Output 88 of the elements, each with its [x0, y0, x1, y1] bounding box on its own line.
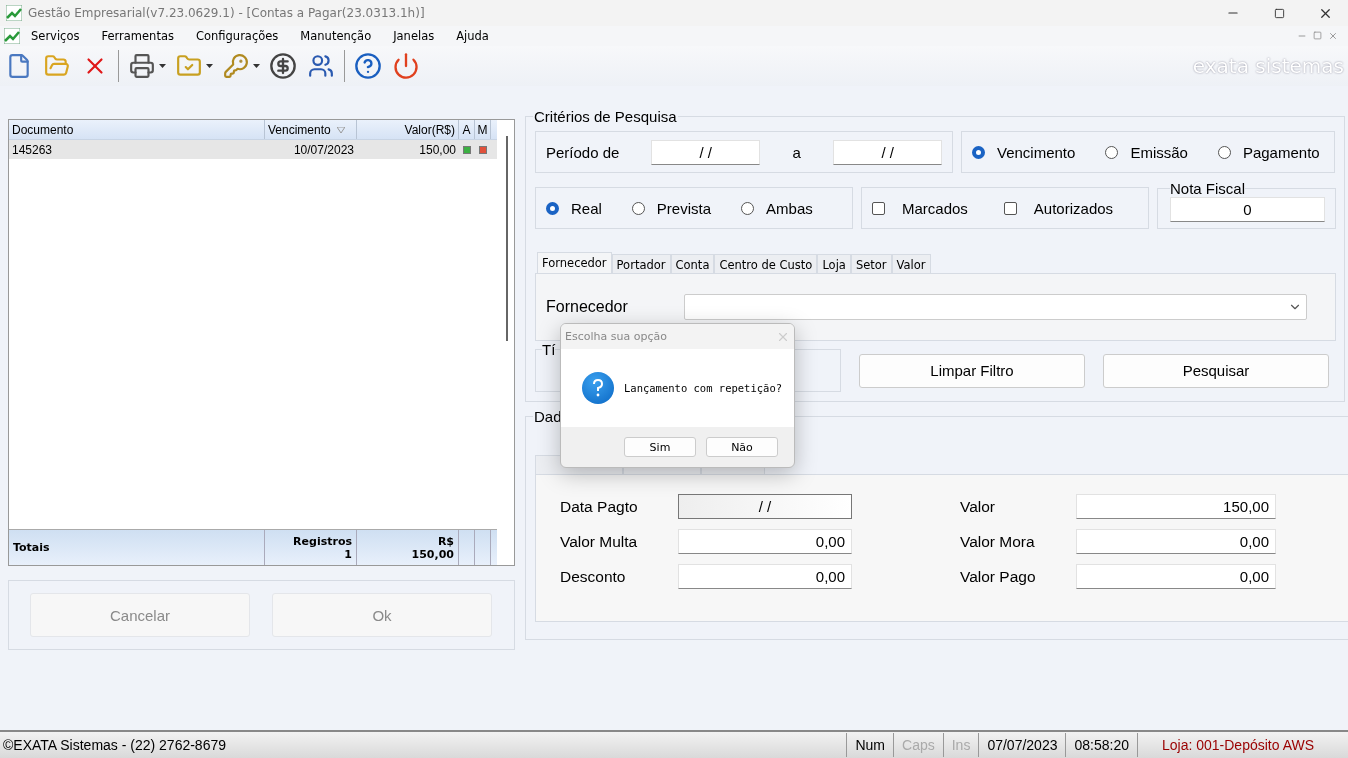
radio-label: Prevista	[656, 199, 712, 217]
date-field[interactable]: / /	[833, 139, 942, 165]
date-field[interactable]: / /	[651, 139, 760, 165]
radio-button[interactable]	[972, 145, 985, 159]
dialog-message: Lançamento com repetição?	[624, 382, 783, 394]
field-label: Valor	[960, 497, 997, 516]
radio-button[interactable]	[631, 201, 645, 215]
key-indicator: Num	[846, 733, 894, 757]
value-field[interactable]: / /	[678, 494, 852, 519]
menu-item[interactable]: Janelas	[393, 29, 435, 43]
tab[interactable]: Fornecedor	[537, 252, 612, 273]
menu-item[interactable]: Serviços	[31, 29, 80, 43]
tab[interactable]: Conta	[670, 254, 715, 273]
field-label: Desconto	[560, 567, 627, 586]
menu-item[interactable]: Manutenção	[300, 29, 372, 43]
radio-button[interactable]	[1105, 145, 1119, 159]
value-field[interactable]: 0,00	[1076, 564, 1276, 589]
dialog-button[interactable]: Não	[706, 437, 778, 457]
checkbox[interactable]	[1003, 201, 1017, 215]
dollar-icon[interactable]	[268, 50, 298, 82]
checkbox-label: Autorizados	[1033, 199, 1114, 217]
count-label: Registros	[293, 534, 352, 548]
tab[interactable]: Valor	[891, 254, 931, 273]
field-label: Valor Pago	[960, 567, 1037, 586]
field-label: Valor Mora	[960, 532, 1036, 551]
column-header[interactable]: A	[459, 120, 475, 139]
value-field[interactable]: 0,00	[1076, 529, 1276, 554]
dialog-button[interactable]: Sim	[624, 437, 696, 457]
dialog-title: Escolha sua opção	[565, 330, 667, 343]
group-title: Tí	[542, 341, 556, 358]
question-icon	[582, 372, 614, 404]
status-date: 07/07/2023	[978, 733, 1066, 757]
field-label: Fornecedor	[546, 298, 628, 316]
table-cell-text: 145263	[11, 141, 54, 159]
radio-button[interactable]	[546, 201, 559, 215]
group-title: Critérios de Pesquisa	[533, 108, 678, 125]
radio-label: Real	[571, 199, 602, 217]
scrollbar[interactable]	[506, 136, 508, 341]
field-label: Data Pagto	[560, 497, 639, 516]
caret-icon[interactable]	[159, 64, 166, 68]
group-title: Nota Fiscal	[1170, 180, 1246, 197]
radio-label: Emissão	[1130, 143, 1188, 161]
search-button[interactable]: Limpar Filtro	[859, 353, 1085, 388]
key-indicator: Ins	[942, 733, 979, 757]
value-field[interactable]: 150,00	[1076, 494, 1276, 519]
column-header[interactable]: Vencimento	[265, 120, 357, 139]
help-icon[interactable]	[353, 50, 383, 82]
tab[interactable]: Centro de Custo	[714, 254, 818, 273]
column-header[interactable]: Valor(R$)	[357, 120, 459, 139]
maximize-icon[interactable]	[1273, 7, 1285, 19]
totals-label: Totais	[13, 541, 50, 554]
field-label: Valor Multa	[560, 532, 639, 551]
tab[interactable]: Setor	[850, 254, 892, 273]
caret-icon[interactable]	[253, 64, 260, 68]
radio-label: Ambas	[766, 199, 813, 217]
status-time: 08:58:20	[1065, 733, 1137, 757]
checkbox[interactable]	[872, 201, 885, 215]
caret-icon[interactable]	[206, 64, 213, 68]
radio-label: Pagamento	[1242, 143, 1320, 161]
search-button[interactable]: Pesquisar	[1103, 353, 1329, 388]
power-icon[interactable]	[391, 50, 421, 82]
app-chart-icon	[6, 5, 22, 21]
table-cell-text: 10/07/2023	[292, 141, 355, 159]
nota-fiscal-field[interactable]: 0	[1170, 197, 1325, 222]
tab[interactable]: Loja	[817, 254, 851, 273]
count-value: 1	[344, 547, 352, 561]
column-header[interactable]: M	[475, 120, 491, 139]
key-indicator: Caps	[893, 733, 943, 757]
value-field[interactable]: 0,00	[678, 529, 852, 554]
table-cell-text: 150,00	[418, 141, 457, 159]
radio-button[interactable]	[1217, 145, 1231, 159]
to-label: a	[791, 143, 802, 161]
menu-item[interactable]: Ajuda	[456, 29, 489, 43]
sum-value: 150,00	[411, 547, 454, 561]
sum-label: R$	[437, 534, 454, 548]
window-title: Gestão Empresarial(v7.23.0629.1) - [Contas a Pagar(23.0313.1h)]	[28, 6, 426, 20]
tab[interactable]: Portador	[611, 254, 671, 273]
period-label: Período de	[546, 143, 621, 161]
menu-item[interactable]: Configurações	[195, 29, 279, 43]
copyright-text: ©EXATA Sistemas - (22) 2762-8679	[2, 737, 227, 753]
column-header[interactable]: Documento	[9, 120, 265, 139]
store-label: Loja: 001-Depósito AWS	[1137, 733, 1348, 757]
menu-item[interactable]: Ferramentas	[101, 29, 174, 43]
checkbox-label: Marcados	[902, 199, 968, 217]
value-field[interactable]: 0,00	[678, 564, 852, 589]
table-row[interactable]: 145263 10/07/2023 150,00	[9, 140, 497, 159]
radio-button[interactable]	[741, 201, 755, 215]
radio-label: Vencimento	[997, 143, 1076, 161]
